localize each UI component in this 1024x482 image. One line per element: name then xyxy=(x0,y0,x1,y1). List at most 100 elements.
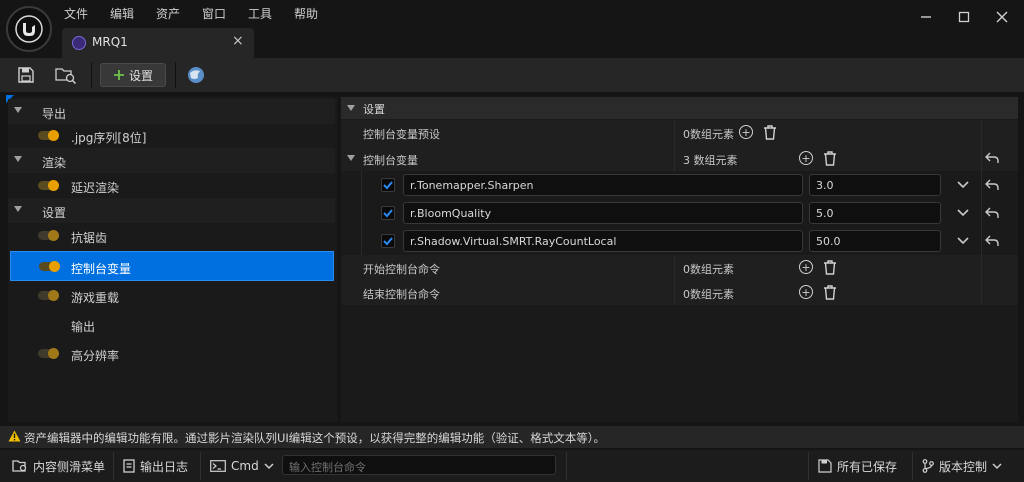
details-panel: 设置 控制台变量预设 0数组元素 + 控制台变量 3 数组元素 + r.Tone… xyxy=(341,97,1018,422)
column-divider xyxy=(674,255,675,280)
column-divider xyxy=(981,145,982,171)
delete-icon[interactable] xyxy=(823,260,837,275)
menu-file[interactable]: 文件 xyxy=(64,5,88,23)
settings-button[interactable]: 设置 xyxy=(100,63,166,87)
cvar-name-field[interactable]: r.Tonemapper.Sharpen xyxy=(403,174,803,196)
output-log-label: 输出日志 xyxy=(140,459,189,474)
add-element-icon[interactable]: + xyxy=(799,260,813,274)
chevron-down-icon xyxy=(992,462,1002,469)
tree-category-label: 渲染 xyxy=(42,156,67,170)
tree-category-settings[interactable]: 设置 xyxy=(8,198,335,223)
section-header-settings[interactable]: 设置 xyxy=(341,97,1018,119)
minimize-button[interactable] xyxy=(906,5,946,29)
enabled-toggle[interactable] xyxy=(39,261,60,272)
tab-close-icon[interactable]: × xyxy=(232,33,244,49)
collapse-arrow-icon[interactable] xyxy=(14,107,22,113)
tree-category-label: 设置 xyxy=(42,206,67,220)
tree-item-anti-aliasing[interactable]: 抗锯齿 xyxy=(8,223,335,248)
tree-item-label: 游戏重载 xyxy=(71,291,120,305)
preview-sphere-icon[interactable] xyxy=(184,64,208,86)
cvar-value-field[interactable]: 50.0 xyxy=(809,230,941,252)
cvar-entry: r.Shadow.Virtual.SMRT.RayCountLocal 50.0 xyxy=(341,227,1018,255)
output-log-button[interactable]: 输出日志 xyxy=(123,454,188,478)
branch-icon xyxy=(922,459,934,473)
tree-item-output[interactable]: 输出 xyxy=(8,312,335,337)
array-count: 3 数组元素 xyxy=(683,154,738,167)
queue-asset-icon xyxy=(72,36,86,50)
chevron-down-icon[interactable] xyxy=(957,209,969,217)
notice-bar: 资产编辑器中的编辑功能有限。通过影片渲染队列UI编辑这个预设，以获得完整的编辑功… xyxy=(0,426,1024,448)
chevron-down-icon[interactable] xyxy=(957,181,969,189)
document-tab[interactable]: MRQ1 × xyxy=(62,28,254,58)
delete-icon[interactable] xyxy=(823,151,837,166)
cvar-entry: r.Tonemapper.Sharpen 3.0 xyxy=(341,171,1018,199)
enabled-toggle[interactable] xyxy=(38,230,59,241)
collapse-arrow-icon[interactable] xyxy=(347,105,355,111)
indent-line xyxy=(361,227,362,255)
collapse-arrow-icon[interactable] xyxy=(347,155,355,161)
enabled-toggle[interactable] xyxy=(38,290,59,301)
all-saved-button[interactable]: 所有已保存 xyxy=(818,454,897,478)
collapse-arrow-icon[interactable] xyxy=(14,206,22,212)
unreal-logo-icon[interactable] xyxy=(6,6,52,52)
menu-window[interactable]: 窗口 xyxy=(202,5,226,23)
status-divider xyxy=(113,452,114,480)
enabled-toggle[interactable] xyxy=(38,348,59,359)
menu-help[interactable]: 帮助 xyxy=(294,5,318,23)
tree-item-label: 控制台变量 xyxy=(71,262,132,276)
property-label: 结束控制台命令 xyxy=(363,288,440,301)
cvar-value-field[interactable]: 3.0 xyxy=(809,174,941,196)
collapse-arrow-icon[interactable] xyxy=(14,156,22,162)
add-element-icon[interactable]: + xyxy=(799,151,813,165)
status-divider xyxy=(808,452,809,480)
reset-to-default-icon[interactable] xyxy=(985,179,999,191)
toolbar: 设置 xyxy=(0,58,1024,92)
tree-item-jpg-sequence[interactable]: .jpg序列[8位] xyxy=(8,123,335,148)
menu-asset[interactable]: 资产 xyxy=(156,5,180,23)
cvar-enabled-checkbox[interactable] xyxy=(381,206,395,220)
close-window-button[interactable] xyxy=(982,5,1022,29)
settings-button-label: 设置 xyxy=(128,68,153,83)
delete-icon[interactable] xyxy=(823,285,837,300)
content-drawer-button[interactable]: 内容侧滑菜单 xyxy=(12,454,105,478)
reset-to-default-icon[interactable] xyxy=(985,207,999,219)
browse-asset-icon[interactable] xyxy=(54,64,78,86)
log-icon xyxy=(123,459,135,473)
console-command-input[interactable]: 输入控制台命令 xyxy=(282,455,556,475)
column-divider xyxy=(674,120,675,145)
cvar-enabled-checkbox[interactable] xyxy=(381,234,395,248)
tree-item-label: .jpg序列[8位] xyxy=(71,131,147,145)
tree-item-game-overrides[interactable]: 游戏重载 xyxy=(8,283,335,308)
source-control-button[interactable]: 版本控制 xyxy=(922,454,1002,478)
notice-text: 资产编辑器中的编辑功能有限。通过影片渲染队列UI编辑这个预设，以获得完整的编辑功… xyxy=(24,431,606,445)
add-element-icon[interactable]: + xyxy=(799,285,813,299)
menu-tools[interactable]: 工具 xyxy=(248,5,272,23)
tree-category-render[interactable]: 渲染 xyxy=(8,148,335,173)
tree-category-export[interactable]: 导出 xyxy=(8,99,335,124)
save-icon[interactable] xyxy=(14,64,38,86)
menu-edit[interactable]: 编辑 xyxy=(110,5,134,23)
cvar-name-field[interactable]: r.BloomQuality xyxy=(403,202,803,224)
add-element-icon[interactable]: + xyxy=(739,125,753,139)
indent-line xyxy=(361,171,362,199)
tree-item-high-resolution[interactable]: 高分辨率 xyxy=(8,341,335,366)
tree-item-deferred-render[interactable]: 延迟渲染 xyxy=(8,173,335,198)
column-divider xyxy=(981,280,982,305)
tree-item-console-variables[interactable]: 控制台变量 xyxy=(10,251,334,281)
cvar-value-field[interactable]: 5.0 xyxy=(809,202,941,224)
cvar-name-field[interactable]: r.Shadow.Virtual.SMRT.RayCountLocal xyxy=(403,230,803,252)
cvar-enabled-checkbox[interactable] xyxy=(381,178,395,192)
tree-item-label: 延迟渲染 xyxy=(71,181,120,195)
reset-to-default-icon[interactable] xyxy=(985,235,999,247)
delete-icon[interactable] xyxy=(763,125,777,140)
indent-line xyxy=(361,199,362,227)
maximize-button[interactable] xyxy=(944,5,984,29)
column-divider xyxy=(981,120,982,145)
column-divider xyxy=(981,255,982,280)
cmd-dropdown[interactable]: Cmd xyxy=(210,454,274,478)
enabled-toggle[interactable] xyxy=(38,180,59,191)
chevron-down-icon[interactable] xyxy=(957,237,969,245)
reset-to-default-icon[interactable] xyxy=(985,152,999,164)
save-status-icon xyxy=(818,459,832,473)
enabled-toggle[interactable] xyxy=(38,130,59,141)
